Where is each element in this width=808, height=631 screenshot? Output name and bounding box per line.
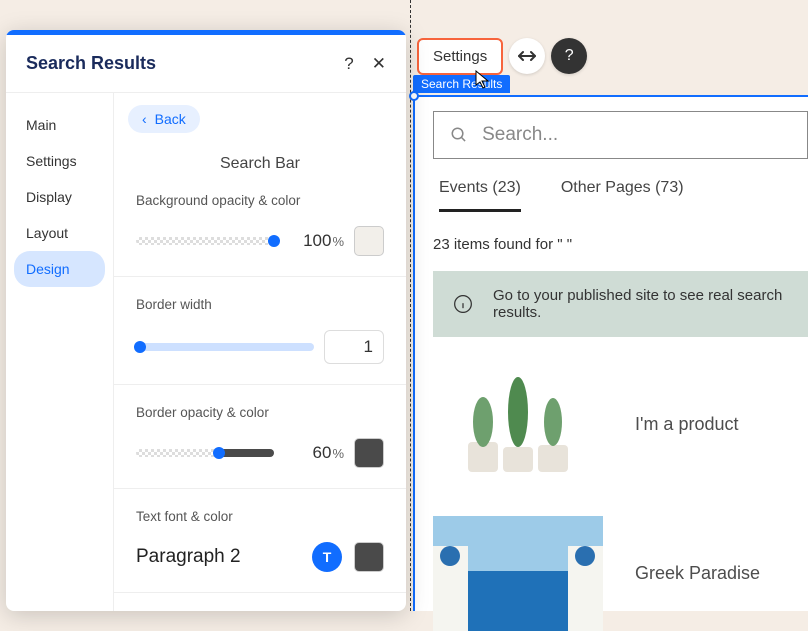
control-label: Border opacity & color (136, 405, 384, 420)
nav-item-main[interactable]: Main (14, 107, 105, 143)
result-count-text: 23 items found for " " (433, 236, 808, 253)
control-label: Text font & color (136, 509, 384, 524)
control-border-opacity: Border opacity & color 60% (114, 385, 406, 489)
control-label: Background opacity & color (136, 193, 384, 208)
typography-icon[interactable]: T (312, 542, 342, 572)
control-bg-opacity: Background opacity & color 100% (114, 173, 406, 277)
panel-header: Search Results ? ✕ (6, 35, 406, 93)
tab-other-pages[interactable]: Other Pages (73) (561, 179, 684, 212)
result-thumbnail (433, 367, 603, 482)
control-icon-opacity: Icon opacity & color 60% (114, 593, 406, 611)
section-heading: Search Bar (114, 155, 406, 173)
nav-item-display[interactable]: Display (14, 179, 105, 215)
color-swatch[interactable] (354, 542, 384, 572)
color-swatch[interactable] (354, 226, 384, 256)
tab-events[interactable]: Events (23) (439, 179, 521, 212)
color-swatch[interactable] (354, 438, 384, 468)
close-icon[interactable]: ✕ (372, 54, 386, 74)
settings-button[interactable]: Settings (417, 38, 503, 75)
opacity-value: 100% (284, 231, 344, 251)
font-value: Paragraph 2 (136, 546, 300, 568)
list-item[interactable]: Greek Paradise (433, 516, 808, 631)
result-title: I'm a product (635, 414, 738, 435)
notice-banner: Go to your published site to see real se… (433, 271, 808, 337)
notice-text: Go to your published site to see real se… (493, 287, 788, 321)
control-border-width: Border width 1 (114, 277, 406, 385)
search-icon (450, 125, 468, 145)
opacity-slider[interactable] (136, 237, 274, 245)
panel-title: Search Results (26, 53, 156, 74)
control-label: Border width (136, 297, 384, 312)
back-label: Back (155, 111, 186, 127)
panel-content: ‹ Back Search Bar Background opacity & c… (114, 93, 406, 611)
control-text-font: Text font & color Paragraph 2 T (114, 489, 406, 593)
result-tabs: Events (23) Other Pages (73) (439, 179, 808, 212)
search-input[interactable] (482, 124, 791, 146)
canvas-preview: Events (23) Other Pages (73) 23 items fo… (413, 95, 808, 611)
nav-item-settings[interactable]: Settings (14, 143, 105, 179)
element-floating-toolbar: Settings ? (417, 38, 587, 75)
results-list: I'm a product Greek Paradise (433, 367, 808, 631)
help-icon[interactable]: ? (344, 54, 353, 74)
opacity-slider[interactable] (136, 449, 274, 457)
info-icon (453, 294, 473, 314)
selected-element-tag: Search Results (413, 75, 510, 93)
result-title: Greek Paradise (635, 563, 760, 584)
design-panel: Search Results ? ✕ Main Settings Display… (6, 30, 406, 611)
nav-item-layout[interactable]: Layout (14, 215, 105, 251)
help-button[interactable]: ? (551, 38, 587, 74)
width-slider[interactable] (136, 343, 314, 351)
nav-item-design[interactable]: Design (14, 251, 105, 287)
result-thumbnail (433, 516, 603, 631)
panel-nav: Main Settings Display Layout Design (6, 93, 114, 611)
list-item[interactable]: I'm a product (433, 367, 808, 482)
drag-handle-button[interactable] (509, 38, 545, 74)
stretch-icon (518, 49, 536, 63)
search-bar[interactable] (433, 111, 808, 159)
width-value[interactable]: 1 (324, 330, 384, 364)
back-button[interactable]: ‹ Back (128, 105, 200, 133)
chevron-left-icon: ‹ (142, 111, 147, 127)
opacity-value: 60% (284, 443, 344, 463)
